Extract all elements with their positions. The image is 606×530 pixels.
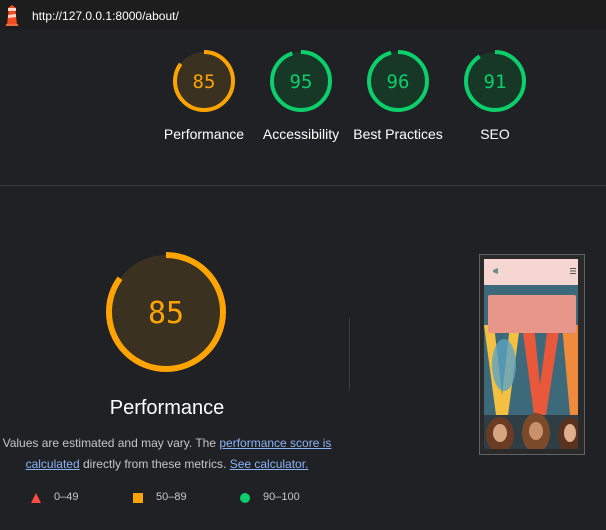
gauge-ring: 96 (367, 50, 429, 112)
gauge-seo[interactable]: 91 SEO (445, 48, 545, 168)
performance-big-gauge: 85 (106, 252, 226, 372)
square-icon (133, 493, 143, 503)
gauge-label: Performance (163, 126, 245, 142)
gauge-label: Best Practices (353, 126, 443, 142)
gauge-label: Accessibility (262, 126, 340, 142)
gauge-performance[interactable]: 85 Performance (154, 48, 254, 168)
performance-title: Performance (109, 397, 225, 419)
page-url[interactable]: http://127.0.0.1:8000/about/ (32, 9, 179, 23)
gauge-ring: 85 (173, 50, 235, 112)
page-screenshot-thumbnail[interactable] (479, 254, 585, 455)
gauge-best-practices[interactable]: 96 Best Practices (348, 48, 448, 168)
gauge-score: 96 (387, 71, 410, 93)
see-calculator-link[interactable]: See calculator. (230, 457, 309, 471)
preview-quote-card (488, 295, 576, 333)
phone-preview (484, 259, 578, 449)
gauge-score: 95 (290, 71, 313, 93)
triangle-icon (31, 493, 41, 503)
gauge-ring: 95 (270, 50, 332, 112)
megaphone-icon (493, 268, 498, 274)
gauge-score: 91 (484, 71, 507, 93)
gauge-ring: 91 (464, 50, 526, 112)
lighthouse-icon (6, 5, 18, 26)
preview-header (484, 259, 578, 285)
circle-icon (240, 493, 250, 503)
top-bar: http://127.0.0.1:8000/about/ (0, 0, 606, 30)
menu-icon (570, 268, 576, 274)
performance-score-large: 85 (148, 296, 184, 331)
section-divider (0, 185, 606, 186)
gauge-score: 85 (193, 71, 216, 93)
vertical-separator (349, 318, 350, 390)
performance-description: Values are estimated and may vary. The p… (2, 436, 332, 471)
gauge-accessibility[interactable]: 95 Accessibility (251, 48, 351, 168)
category-gauges: 85 Performance 95 Accessibility 96 Best Pra… (0, 48, 606, 168)
gauge-label: SEO (480, 126, 510, 142)
